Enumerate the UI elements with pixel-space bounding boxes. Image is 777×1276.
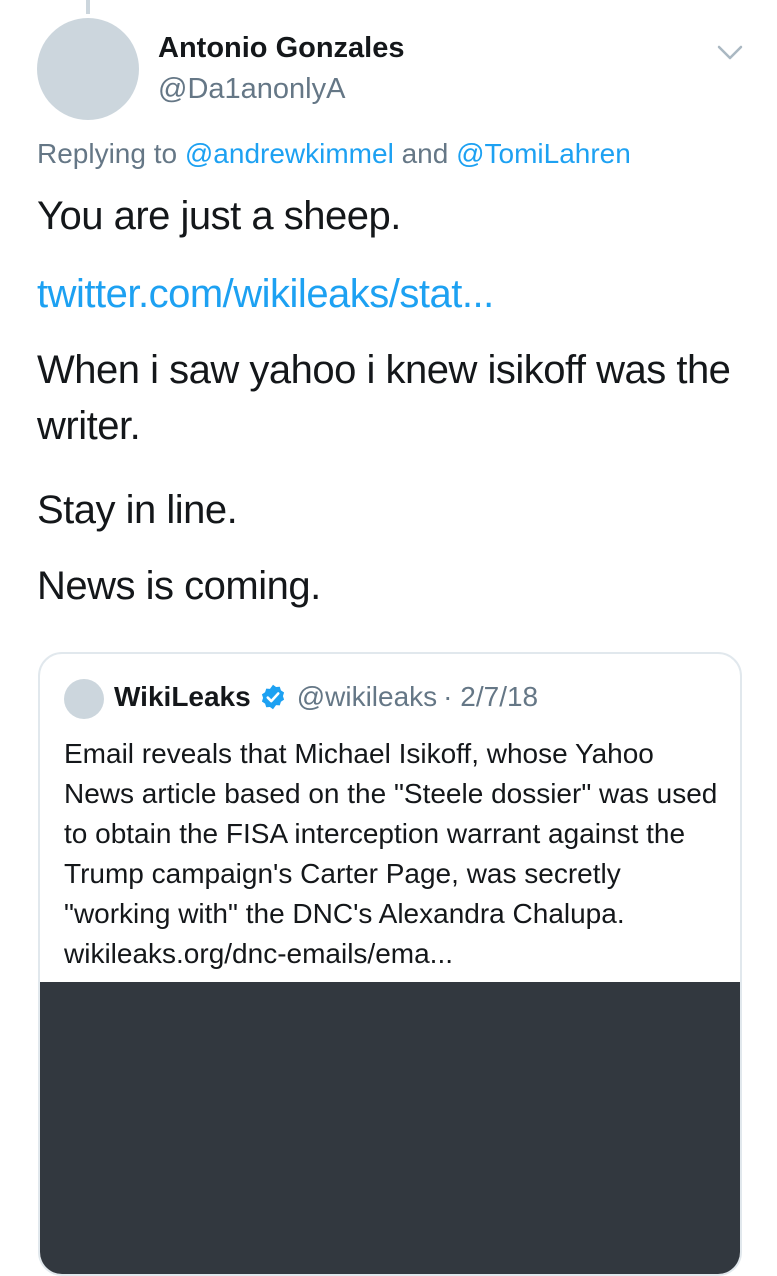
quoted-tweet-body: Email reveals that Michael Isikoff, whos… (64, 738, 718, 929)
quoted-author-name: WikiLeaks (114, 681, 251, 712)
replying-to-label: Replying to (37, 138, 178, 169)
thread-connector-line (86, 0, 90, 14)
tweet-link[interactable]: twitter.com/wikileaks/stat... (37, 272, 494, 316)
quoted-author-handle: @wikileaks (296, 681, 438, 712)
quoted-author-avatar (64, 679, 104, 719)
quoted-tweet-date: · 2/7/18 (443, 681, 539, 712)
quoted-media-image (40, 982, 740, 1274)
quoted-tweet-header: WikiLeaks @wikileaks · 2/7/18 (114, 681, 538, 713)
tweet-text-line: News is coming. (37, 564, 321, 608)
replying-to-line: Replying to @andrewkimmel and @TomiLahre… (37, 138, 631, 170)
quoted-tweet-text: Email reveals that Michael Isikoff, whos… (64, 734, 724, 974)
author-handle[interactable]: @Da1anonlyA (158, 73, 345, 106)
tweet-text-paragraph: When i saw yahoo i knew isikoff was the … (37, 348, 731, 448)
replying-and-label: and (401, 138, 449, 169)
tweet-text-line: You are just a sheep. (37, 194, 401, 238)
mention-link-andrewkimmel[interactable]: @andrewkimmel (185, 138, 394, 169)
quoted-tweet-link: wikileaks.org/dnc-emails/ema... (64, 938, 454, 969)
author-avatar[interactable] (37, 18, 139, 120)
tweet-text-line: Stay in line. (37, 488, 238, 532)
chevron-down-icon[interactable] (716, 42, 744, 62)
verified-badge-icon (261, 684, 284, 710)
author-name[interactable]: Antonio Gonzales (158, 32, 405, 65)
mention-link-tomilahren[interactable]: @TomiLahren (456, 138, 631, 169)
quoted-tweet-card[interactable]: WikiLeaks @wikileaks · 2/7/18 Email reve… (38, 652, 742, 1276)
